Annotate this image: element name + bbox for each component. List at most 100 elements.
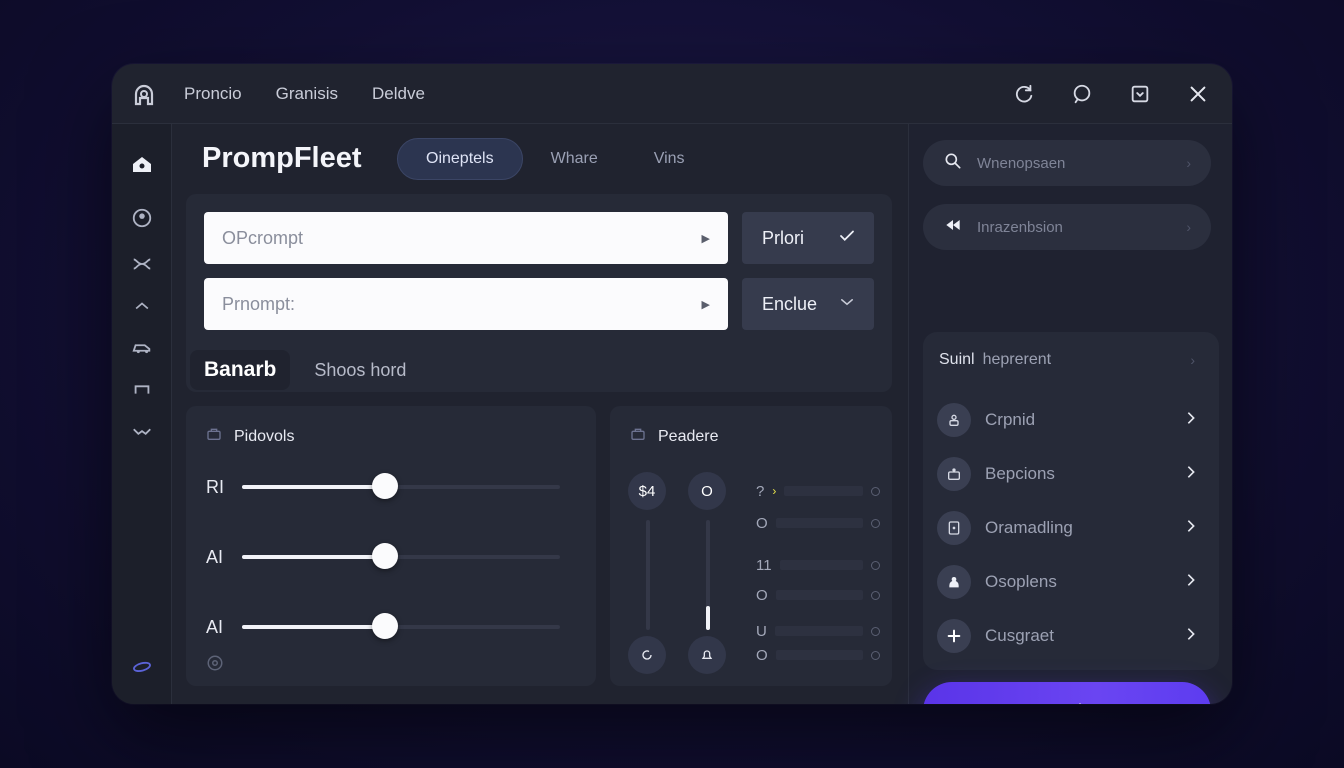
tab-oineptels[interactable]: Oineptels [397,138,523,180]
document-icon [937,511,971,545]
chevron-right-icon [1183,572,1199,593]
list-item-oramadling[interactable]: Oramadling [937,506,1199,550]
row-dot[interactable] [871,560,880,570]
list-item-bepcions[interactable]: Bepcions [937,452,1199,496]
row-bar [775,650,863,660]
minimize-icon[interactable] [1128,82,1152,106]
row-bar [779,560,863,570]
slider-fill [242,625,386,629]
row-dot[interactable] [871,626,880,636]
list-item-label: Crpnid [985,410,1036,429]
fader-track[interactable] [646,520,650,630]
menu-item-deldve[interactable]: Deldve [372,84,425,104]
list-item[interactable]: O [756,584,880,606]
menu-item-proncio[interactable]: Proncio [184,84,242,104]
slider-row-ri: RI [206,472,566,502]
tab-vins[interactable]: Vins [626,138,713,180]
subtab-banarb[interactable]: Banarb [190,350,291,390]
box-icon [630,426,646,447]
slider-fill [242,555,386,559]
list-item-osoplens[interactable]: Osoplens [937,560,1199,604]
menu-item-granisis[interactable]: Granisis [276,84,338,104]
list-item[interactable]: 11 [756,554,880,576]
fader-track[interactable] [706,520,710,630]
planet-icon[interactable] [130,654,154,678]
fader-top-button[interactable]: $4 [628,472,666,510]
settings-icon[interactable] [206,654,224,677]
slider-knob[interactable] [372,473,399,499]
prompt-input-secondary-placeholder: Prnompt: [222,293,296,314]
slider-knob[interactable] [372,613,399,639]
list-item-label: Cusgraet [985,626,1054,645]
row-label: O [756,646,768,664]
title-bar: Proncio Granisis Deldve [112,64,1232,124]
peadere-header: Peadere [630,426,719,447]
link-icon[interactable] [130,252,154,276]
slider-track[interactable] [242,473,560,499]
prompt-input-secondary[interactable]: Prnompt: ▶ [204,278,728,330]
slider-label: RI [206,476,224,497]
close-icon[interactable] [1186,82,1210,106]
row-label: O [756,514,768,532]
list-head-left: Suinl [939,351,975,368]
pidovols-card: Pidovols RI AI AI [186,406,596,686]
app-window: Proncio Granisis Deldve PrompFleet Oinep… [112,64,1232,704]
list-item[interactable]: O [756,644,880,666]
list-item[interactable]: ? › [756,480,880,502]
prompt-input-primary-placeholder: OPcrompt [222,227,304,248]
left-rail [112,124,172,704]
slider-track[interactable] [242,543,560,569]
chevron-up-icon[interactable] [130,294,154,318]
play-icon[interactable]: ▶ [702,298,710,311]
chevron-down-icon [838,293,856,316]
chat-icon[interactable] [1070,82,1094,106]
refresh-icon[interactable] [1012,82,1036,106]
search-field[interactable]: Wnenopsaen › [923,140,1211,186]
slider-knob[interactable] [372,543,399,569]
enclue-dropdown[interactable]: Enclue [742,278,874,330]
enclue-dropdown-label: Enclue [762,293,818,314]
row-bar [784,486,863,496]
subtab-shoos-hord[interactable]: Shoos hord [300,350,420,390]
chevron-right-icon [1183,518,1199,539]
prlori-button[interactable]: Prlori [742,212,874,264]
list-item[interactable]: O [756,512,880,534]
app-logo-icon [132,84,156,108]
folder-icon[interactable] [130,378,154,402]
briefcase-icon [937,457,971,491]
list-head-right: heprerent [982,351,1052,368]
options-list-header[interactable]: Suinl heprerent › [923,332,1211,388]
refresh-icon[interactable] [628,636,666,674]
chevron-right-icon [1183,626,1199,647]
row-bar [774,626,863,636]
app-title: PrompFleet [202,142,362,174]
row-dot[interactable] [871,650,880,660]
row-dot[interactable] [871,486,880,496]
rosslat-button[interactable]: Rosslat [923,682,1211,704]
bell-icon[interactable] [688,636,726,674]
row-dot[interactable] [871,590,880,600]
group-icon [937,565,971,599]
prlori-button-label: Prlori [762,227,805,248]
list-item-label: Bepcions [985,464,1055,483]
pidovols-title: Pidovols [234,427,295,445]
prompt-input-primary[interactable]: OPcrompt ▶ [204,212,728,264]
list-item[interactable]: U [756,620,880,642]
car-icon[interactable] [130,336,154,360]
play-icon[interactable]: ▶ [702,232,710,245]
chevron-right-icon [1183,464,1199,485]
row-label: U [756,622,767,640]
pill-label: Inrazenbsion [977,218,1063,236]
profile-icon[interactable] [130,206,154,230]
home-icon[interactable] [130,152,154,176]
wave-icon[interactable] [130,420,154,444]
list-item-cusgraet[interactable]: Cusgraet [937,614,1199,658]
fader-top-button[interactable]: O [688,472,726,510]
row-dot[interactable] [871,518,880,528]
slider-row-ai-2: AI [206,612,566,642]
tab-whare[interactable]: Whare [523,138,626,180]
slider-track[interactable] [242,613,560,639]
inrazenbsion-pill[interactable]: Inrazenbsion › [923,204,1211,250]
list-item-crpnid[interactable]: Crpnid [937,398,1199,442]
chevron-right-icon: › [772,484,777,498]
